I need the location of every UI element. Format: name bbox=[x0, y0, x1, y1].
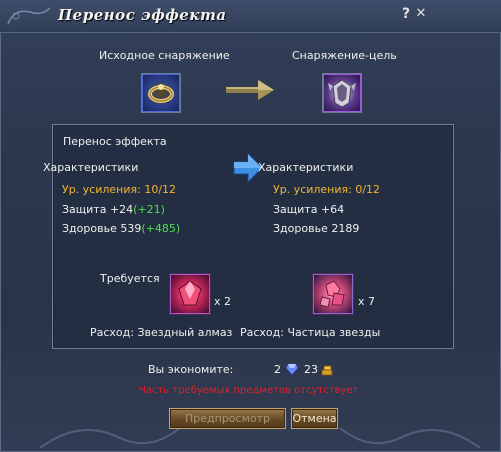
right-health: Здоровье 2189 bbox=[273, 222, 360, 235]
source-equipment-label: Исходное снаряжение bbox=[99, 49, 230, 62]
armor-icon bbox=[328, 79, 356, 108]
gold-icon bbox=[321, 365, 333, 376]
mat2-cost: Расход: Частица звезды bbox=[240, 326, 381, 339]
left-defense-bonus: (+21) bbox=[133, 203, 165, 216]
savings-gold-value: 23 bbox=[304, 363, 318, 376]
target-equipment-slot[interactable] bbox=[323, 74, 361, 112]
right-enhance-level: Ур. усиления: 0/12 bbox=[273, 183, 381, 196]
savings-label: Вы экономите: bbox=[148, 363, 234, 376]
star-particle-icon bbox=[319, 280, 345, 308]
title-bar[interactable]: Перенос эффекта ? ✕ bbox=[0, 0, 501, 33]
transfer-arrow-icon bbox=[226, 80, 274, 100]
left-defense: Защита +24(+21) bbox=[62, 203, 165, 216]
star-diamond-icon bbox=[178, 280, 202, 306]
left-enhance-level: Ур. усиления: 10/12 bbox=[62, 183, 177, 196]
required-label: Требуется bbox=[100, 272, 160, 285]
bracelet-icon bbox=[148, 84, 174, 103]
panel-title: Перенос эффекта bbox=[63, 135, 167, 148]
window-title: Перенос эффекта bbox=[58, 6, 227, 24]
effect-transfer-window: Перенос эффекта ? ✕ Исходное снаряжение … bbox=[0, 0, 501, 452]
right-defense: Защита +64 bbox=[273, 203, 345, 216]
savings-gems-value: 2 bbox=[274, 363, 281, 376]
left-health: Здоровье 539(+485) bbox=[62, 222, 180, 235]
left-defense-base: Защита +24 bbox=[62, 203, 134, 216]
missing-items-warning: Часть требуемых предметов отсутствует. bbox=[139, 385, 362, 396]
mat1-quantity: x 2 bbox=[214, 295, 232, 308]
left-health-base: Здоровье 539 bbox=[62, 222, 142, 235]
help-button[interactable]: ? bbox=[400, 6, 412, 22]
left-stats-header: Характеристики bbox=[43, 161, 139, 174]
star-particle-slot[interactable] bbox=[313, 274, 353, 314]
ornament-icon bbox=[7, 7, 51, 25]
close-icon[interactable]: ✕ bbox=[414, 6, 428, 22]
star-diamond-slot[interactable] bbox=[170, 274, 210, 314]
gem-icon bbox=[285, 363, 299, 376]
decorative-swirl-icon bbox=[40, 427, 480, 449]
left-health-bonus: (+485) bbox=[141, 222, 181, 235]
right-stats-header: Характеристики bbox=[258, 161, 354, 174]
mat1-cost: Расход: Звездный алмаз bbox=[90, 326, 233, 339]
source-equipment-slot[interactable] bbox=[142, 74, 180, 112]
target-equipment-label: Снаряжение-цель bbox=[292, 49, 397, 62]
mat2-quantity: x 7 bbox=[358, 295, 376, 308]
